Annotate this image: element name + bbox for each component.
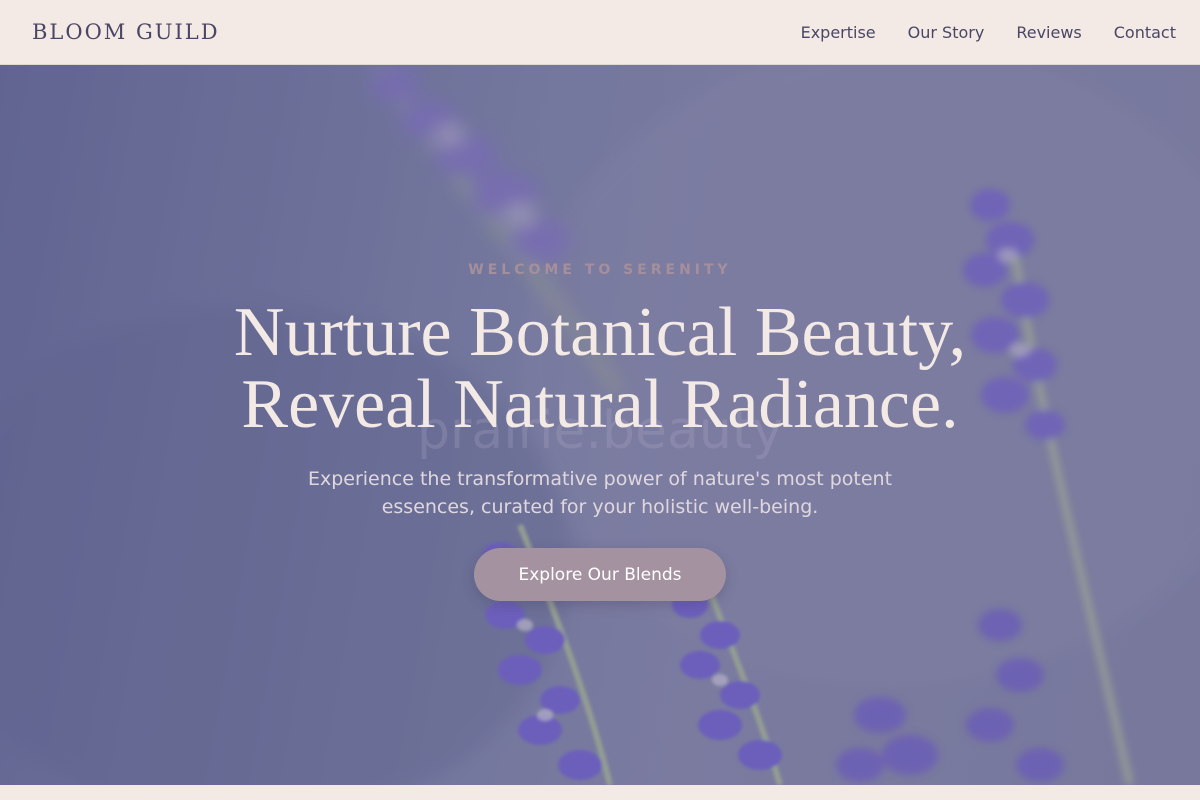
headline-line-2: Reveal Natural Radiance. xyxy=(241,366,959,443)
main-nav: Expertise Our Story Reviews Contact xyxy=(801,23,1176,42)
nav-link-reviews[interactable]: Reviews xyxy=(1016,23,1081,42)
nav-link-contact[interactable]: Contact xyxy=(1114,23,1176,42)
brand-logo[interactable]: BLOOM GUILD xyxy=(32,20,220,44)
hero-subtext: Experience the transformative power of n… xyxy=(307,468,893,518)
explore-blends-button[interactable]: Explore Our Blends xyxy=(474,548,726,601)
nav-link-expertise[interactable]: Expertise xyxy=(801,23,876,42)
hero-content: WELCOME TO SERENITY prairie.beauty Nurtu… xyxy=(0,65,1200,785)
hero-eyebrow: WELCOME TO SERENITY xyxy=(468,262,732,278)
nav-link-our-story[interactable]: Our Story xyxy=(908,23,985,42)
hero-headline: Nurture Botanical Beauty, Reveal Natural… xyxy=(0,297,1200,441)
section-divider xyxy=(0,785,1200,800)
site-header: BLOOM GUILD Expertise Our Story Reviews … xyxy=(0,0,1200,65)
headline-line-1: Nurture Botanical Beauty, xyxy=(233,294,967,371)
hero-section: WELCOME TO SERENITY prairie.beauty Nurtu… xyxy=(0,65,1200,785)
